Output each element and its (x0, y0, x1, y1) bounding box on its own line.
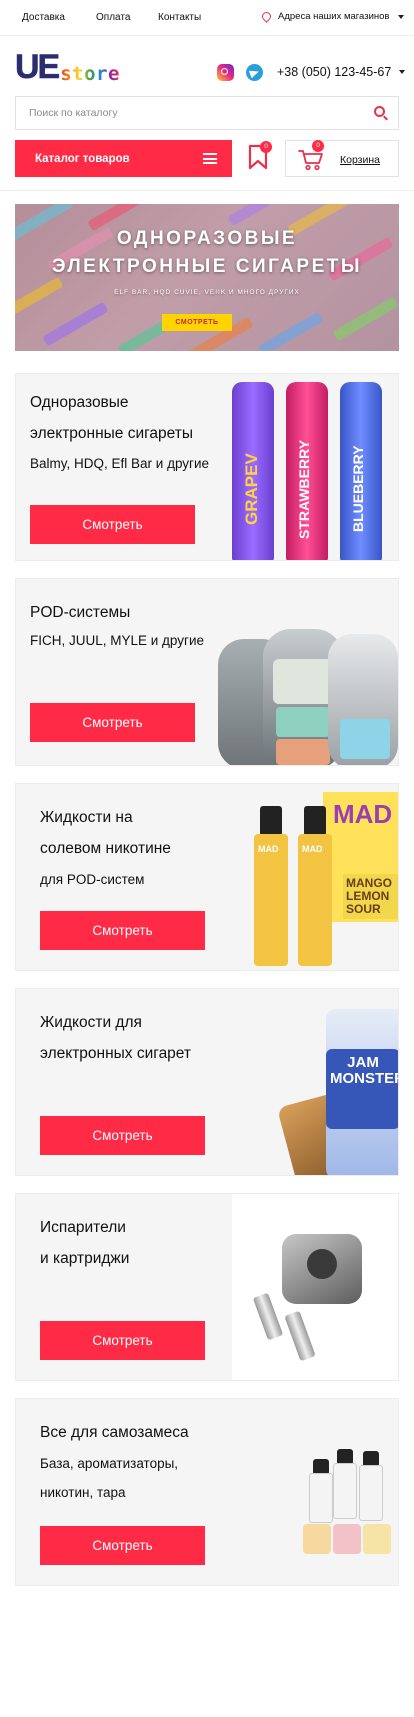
wishlist-button[interactable]: 0 (248, 141, 272, 174)
card-title-line1: POD-системы (30, 604, 131, 621)
chevron-down-icon (399, 70, 406, 74)
card-subtitle: FICH, JUUL, MYLE и другие (30, 633, 205, 648)
logo-main: UE (15, 48, 61, 86)
category-card-eliquids[interactable]: JAM MONSTER Жидкости для электронных сиг… (15, 988, 399, 1176)
search-icon[interactable] (374, 106, 385, 117)
view-button[interactable]: Смотреть (40, 911, 205, 950)
telegram-icon[interactable] (246, 64, 263, 81)
category-card-pod-systems[interactable]: POD-системы FICH, JUUL, MYLE и другие См… (15, 578, 399, 766)
chevron-down-icon (398, 14, 405, 19)
pod-systems-image (218, 579, 398, 765)
location-pin-icon (260, 10, 273, 23)
payment-link[interactable]: Оплата (96, 12, 130, 23)
card-title-line2: и картриджи (40, 1250, 130, 1267)
view-button[interactable]: Смотреть (30, 703, 195, 742)
site-logo[interactable]: UE store (15, 48, 120, 86)
card-subtitle: для POD-систем (40, 872, 145, 887)
banner-view-button[interactable]: СМОТРЕТЬ (162, 314, 232, 331)
promo-banner[interactable]: ОДНОРАЗОВЫЕ ЭЛЕКТРОННЫЕ СИГАРЕТЫ ELF BAR… (15, 204, 399, 351)
disposable-vapes-image: GRAPEV STRAWBERRY BLUEBERRY (218, 374, 398, 560)
card-title-line2: солевом никотине (40, 840, 171, 857)
instagram-icon[interactable] (217, 64, 234, 81)
cart-button[interactable]: 0 Корзина (285, 140, 399, 177)
diy-supplies-image (303, 1399, 398, 1585)
banner-title-line1: ОДНОРАЗОВЫЕ (116, 228, 298, 249)
wishlist-count-badge: 0 (260, 141, 272, 153)
card-title-line1: Одноразовые (30, 394, 129, 411)
phone-number: +38 (050) 123-45-67 (277, 65, 392, 79)
category-card-disposable[interactable]: GRAPEV STRAWBERRY BLUEBERRY Одноразовые … (15, 373, 399, 561)
card-title-line1: Все для самозамеса (40, 1424, 189, 1441)
view-button[interactable]: Смотреть (40, 1116, 205, 1155)
category-card-coils[interactable]: Испарители и картриджи Смотреть (15, 1193, 399, 1381)
header-divider (0, 190, 414, 191)
search-bar (15, 96, 399, 130)
stores-address-label: Адреса наших магазинов (278, 11, 390, 22)
salt-liquids-image: MAD MANGO LEMON SOUR MAD MAD (248, 784, 398, 970)
search-input[interactable] (16, 97, 336, 129)
cart-icon (298, 150, 323, 171)
card-title-line2: электронные сигареты (30, 425, 194, 442)
logo-sub: store (60, 63, 120, 85)
delivery-link[interactable]: Доставка (22, 12, 65, 23)
top-bar: Доставка Оплата Контакты Адреса наших ма… (0, 0, 414, 36)
card-title-line1: Жидкости на (40, 809, 133, 826)
contacts-link[interactable]: Контакты (158, 12, 201, 23)
banner-title-line2: ЭЛЕКТРОННЫЕ СИГАРЕТЫ (52, 256, 362, 277)
eliquids-image: JAM MONSTER (276, 989, 398, 1175)
card-title-line1: Испарители (40, 1219, 126, 1236)
card-title-line2: электронных сигарет (40, 1045, 192, 1062)
category-card-salt-liquids[interactable]: MAD MANGO LEMON SOUR MAD MAD Жидкости на… (15, 783, 399, 971)
catalog-button-label: Каталог товаров (35, 152, 130, 165)
card-subtitle: Balmy, HDQ, Efl Bar и другие (30, 456, 210, 471)
coils-image (232, 1194, 398, 1380)
catalog-button[interactable]: Каталог товаров (15, 140, 232, 177)
card-subtitle-line1: База, ароматизаторы, (40, 1456, 179, 1471)
banner-subtitle: ELF BAR, HQD CUVIE, VEIIK И МНОГО ДРУГИХ (114, 289, 300, 296)
category-card-diy[interactable]: Все для самозамеса База, ароматизаторы, … (15, 1398, 399, 1586)
view-button[interactable]: Смотреть (40, 1321, 205, 1360)
stores-address-dropdown[interactable]: Адреса наших магазинов (260, 10, 405, 23)
cart-count-badge: 0 (312, 140, 324, 152)
card-title-line1: Жидкости для (40, 1014, 142, 1031)
card-subtitle-line2: никотин, тара (40, 1485, 126, 1500)
phone-dropdown[interactable]: +38 (050) 123-45-67 (277, 65, 406, 79)
cart-label: Корзина (340, 154, 380, 166)
menu-icon (203, 153, 217, 164)
view-button[interactable]: Смотреть (30, 505, 195, 544)
view-button[interactable]: Смотреть (40, 1526, 205, 1565)
